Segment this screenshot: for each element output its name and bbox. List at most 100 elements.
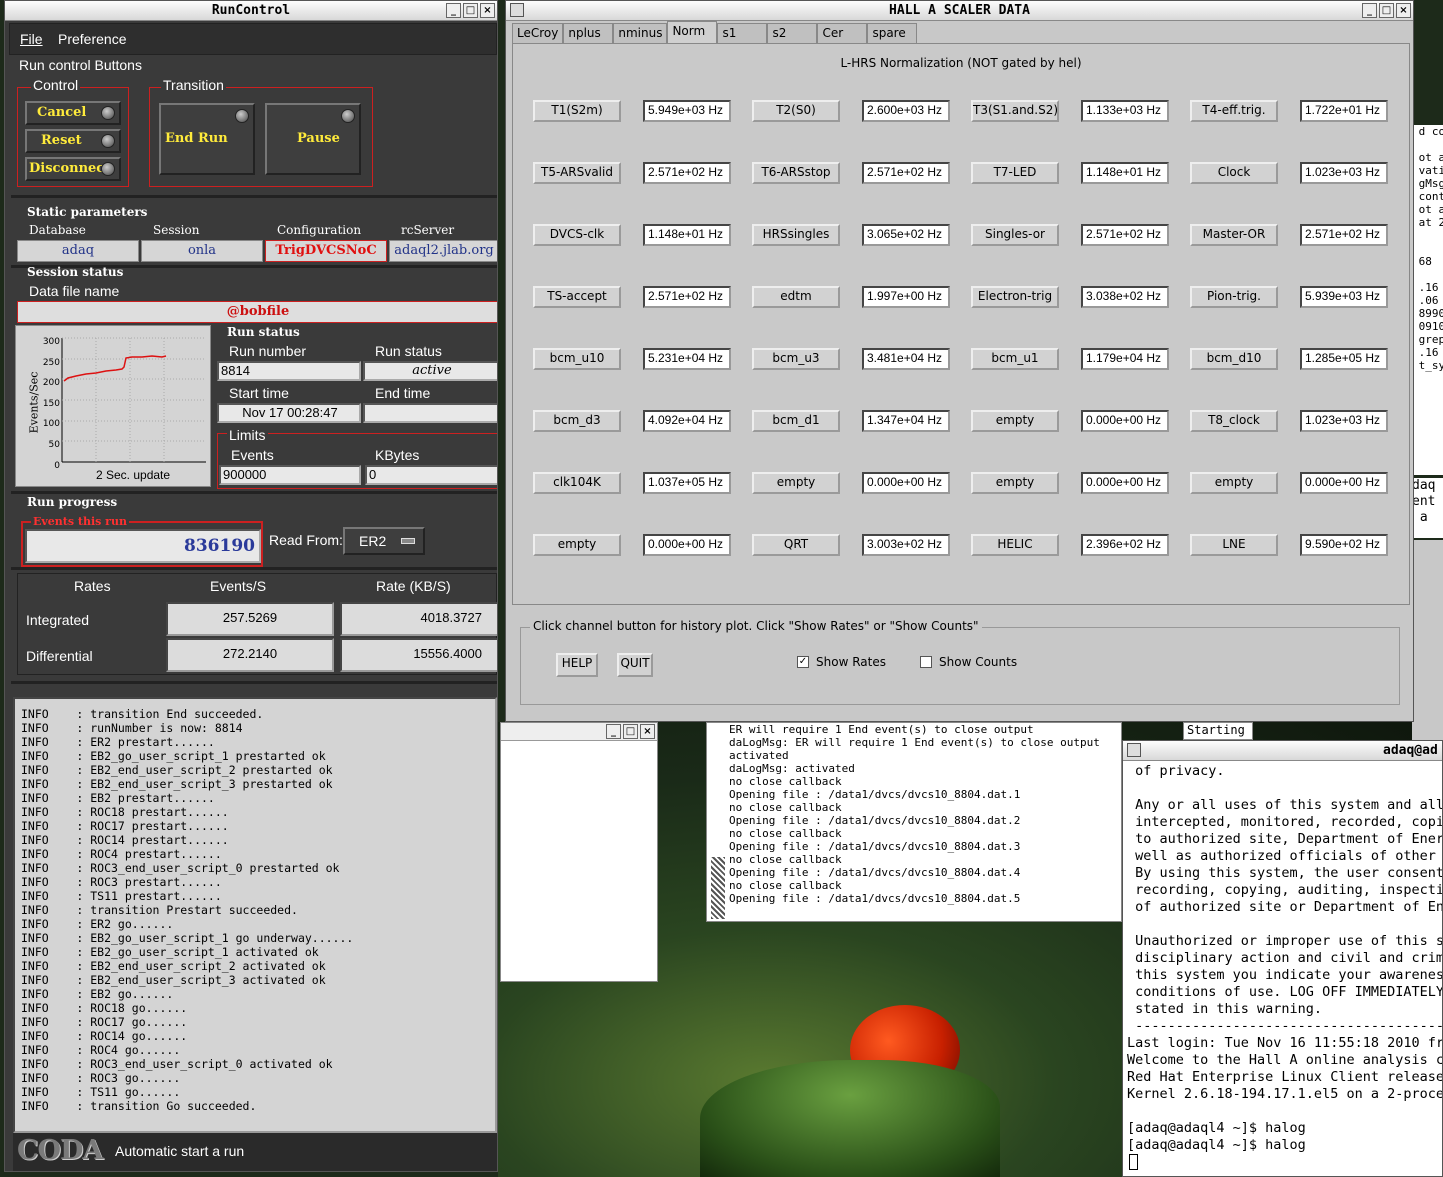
tab-lecroy[interactable]: LeCroy <box>512 23 564 43</box>
separator <box>11 195 497 198</box>
disconnect-button[interactable]: Disconnect <box>25 157 121 181</box>
channel-button[interactable]: Master-OR <box>1190 224 1278 246</box>
channel-button[interactable]: HELIC <box>971 534 1059 556</box>
channel-button[interactable]: empty <box>1190 472 1278 494</box>
channel-button[interactable]: T8_clock <box>1190 410 1278 432</box>
tab-spare[interactable]: spare <box>867 23 918 43</box>
reset-button[interactable]: Reset <box>25 129 121 153</box>
read-from-select[interactable]: ER2 <box>343 527 425 555</box>
end-run-button[interactable]: End Run <box>159 103 255 175</box>
channel-button[interactable]: Electron-trig <box>971 286 1059 308</box>
tab-s1[interactable]: s1 <box>717 23 768 43</box>
channel-value: 1.023e+03 Hz <box>1300 162 1388 184</box>
channel-button[interactable]: DVCS-clk <box>533 224 621 246</box>
channel-button[interactable]: T1(S2m) <box>533 100 621 122</box>
minimize-icon[interactable]: _ <box>606 724 621 739</box>
channel-button[interactable]: T7-LED <box>971 162 1059 184</box>
channel-button[interactable]: empty <box>533 534 621 556</box>
separator <box>11 491 497 494</box>
close-icon[interactable]: × <box>1396 3 1411 18</box>
pause-button[interactable]: Pause <box>265 103 361 175</box>
rcserver-value: adaql2.jlab.org <box>389 240 497 262</box>
terminal-text: of privacy. Any or all uses of this syst… <box>1127 763 1443 1153</box>
differential-label: Differential <box>26 648 93 664</box>
help-button[interactable]: HELP <box>556 653 598 677</box>
tab-s2[interactable]: s2 <box>767 23 818 43</box>
menu-file[interactable]: File <box>20 31 43 47</box>
terminal-output: ER will require 1 End event(s) to close … <box>729 723 1100 905</box>
channel-value: 2.571e+02 Hz <box>862 162 950 184</box>
channel-button[interactable]: TS-accept <box>533 286 621 308</box>
show-counts-checkbox[interactable] <box>920 656 932 668</box>
channel-button[interactable]: empty <box>971 472 1059 494</box>
coda-logo: CODA <box>17 1135 103 1166</box>
channel-button[interactable]: T5-ARSvalid <box>533 162 621 184</box>
channel-button[interactable]: bcm_d3 <box>533 410 621 432</box>
hint-text: Click channel button for history plot. C… <box>530 619 982 633</box>
channel-button[interactable]: QRT <box>752 534 840 556</box>
terminal-close-icon[interactable] <box>1127 743 1141 757</box>
tab-nplus[interactable]: nplus <box>563 23 614 43</box>
channel-button[interactable]: Clock <box>1190 162 1278 184</box>
channel-value: 1.148e+01 Hz <box>643 224 731 246</box>
close-icon[interactable]: × <box>640 724 655 739</box>
channel-button[interactable]: T6-ARSstop <box>752 162 840 184</box>
events-limit-input[interactable]: 900000 <box>219 465 361 485</box>
norm-pane: L-HRS Normalization (NOT gated by hel) T… <box>512 43 1410 605</box>
start-time-value: Nov 17 00:28:47 <box>217 403 361 423</box>
channel-value: 1.179e+04 Hz <box>1081 348 1169 370</box>
end-run-led-icon <box>235 109 249 123</box>
kbytes-limit-input[interactable]: 0 <box>365 465 497 485</box>
log-output: INFO : transition End succeeded. INFO : … <box>13 697 497 1133</box>
channel-button[interactable]: bcm_d1 <box>752 410 840 432</box>
maximize-icon[interactable]: □ <box>623 724 638 739</box>
terminal-window-right: adaq@ad of privacy. Any or all uses of t… <box>1122 740 1443 1177</box>
runcontrol-window: RunControl _ □ × File Preference Run contr… <box>4 0 498 1172</box>
channel-button[interactable]: edtm <box>752 286 840 308</box>
maximize-icon[interactable]: □ <box>463 3 478 18</box>
terminal-title: adaq@ad <box>1383 743 1438 758</box>
runcontrol-titlebar: RunControl _ □ × <box>5 1 497 21</box>
disconnect-led-icon <box>101 162 115 176</box>
channel-button[interactable]: T4-eff.trig. <box>1190 100 1278 122</box>
separator <box>11 567 497 570</box>
channel-value: 2.571e+02 Hz <box>643 286 731 308</box>
rate-plot: 300 250 200 150 100 50 0 Events/Sec 2 Sec. upd… <box>15 325 211 487</box>
scaler-window: HALL A SCALER DATA _ □ × LeCroy nplus nmin… <box>505 0 1414 722</box>
channel-value: 1.133e+03 Hz <box>1081 100 1169 122</box>
rates-panel: Rates Events/S Rate (KB/S) Integrated 25… <box>17 573 497 675</box>
channel-button[interactable]: bcm_d10 <box>1190 348 1278 370</box>
menu-preference[interactable]: Preference <box>58 31 126 47</box>
events-limit-label: Events <box>231 447 274 463</box>
channel-value: 5.949e+03 Hz <box>643 100 731 122</box>
tab-cer[interactable]: Cer <box>817 23 868 43</box>
minimize-icon[interactable]: _ <box>446 3 461 18</box>
channel-button[interactable]: empty <box>971 410 1059 432</box>
tab-norm[interactable]: Norm <box>667 21 718 43</box>
channel-button[interactable]: LNE <box>1190 534 1278 556</box>
channel-value: 3.003e+02 Hz <box>862 534 950 556</box>
separator <box>11 681 497 684</box>
tab-nminus[interactable]: nminus <box>613 23 668 43</box>
channel-button[interactable]: T2(S0) <box>752 100 840 122</box>
channel-button[interactable]: bcm_u3 <box>752 348 840 370</box>
channel-button[interactable]: Pion-trig. <box>1190 286 1278 308</box>
channel-button[interactable]: HRSsingles <box>752 224 840 246</box>
show-rates-checkbox[interactable]: ✓ <box>797 656 809 668</box>
scrollbar[interactable] <box>711 857 725 919</box>
scaler-close-icon[interactable] <box>510 3 524 17</box>
channel-button[interactable]: T3(S1.and.S2) <box>971 100 1059 122</box>
integrated-label: Integrated <box>26 612 90 628</box>
channel-button[interactable]: Singles-or <box>971 224 1059 246</box>
terminal-cursor <box>1129 1154 1138 1170</box>
channel-button[interactable]: clk104K <box>533 472 621 494</box>
cancel-button[interactable]: Cancel <box>25 101 121 125</box>
maximize-icon[interactable]: □ <box>1379 3 1394 18</box>
minimize-icon[interactable]: _ <box>1362 3 1377 18</box>
channel-button[interactable]: bcm_u1 <box>971 348 1059 370</box>
data-file-value: @bobfile <box>17 301 497 323</box>
channel-button[interactable]: bcm_u10 <box>533 348 621 370</box>
quit-button[interactable]: QUIT <box>617 653 653 677</box>
close-icon[interactable]: × <box>480 3 495 18</box>
channel-button[interactable]: empty <box>752 472 840 494</box>
